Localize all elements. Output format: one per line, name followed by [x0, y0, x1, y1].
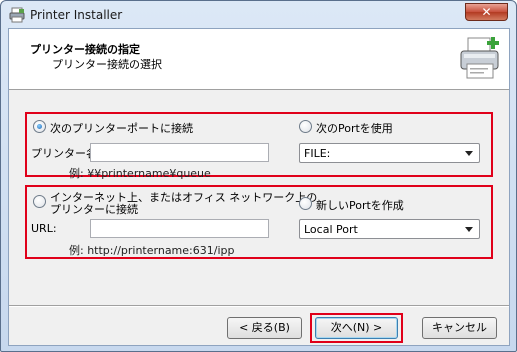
internet-connection-group: インターネット上、またはオフィス ネットワーク上の プリンターに接続 URL: … — [25, 185, 493, 259]
url-label: URL: — [31, 222, 57, 235]
radio-new-port-label[interactable]: 新しいPortを作成 — [316, 197, 404, 213]
chevron-down-icon — [465, 227, 473, 232]
page-title: プリンター接続の指定 — [30, 43, 140, 56]
port-select[interactable]: FILE: — [299, 143, 480, 163]
port-select-value: FILE: — [304, 147, 331, 160]
radio-internet-printer[interactable] — [33, 195, 46, 208]
url-input[interactable] — [90, 219, 269, 238]
cancel-button[interactable]: キャンセル — [422, 317, 497, 339]
chevron-down-icon — [465, 151, 473, 156]
dialog-client-area: プリンター接続の指定 プリンター接続の選択 次のプリンターポートに接続 プリンタ… — [8, 28, 510, 346]
port-connection-group: 次のプリンターポートに接続 プリンター名 例: ¥¥printername¥qu… — [25, 112, 493, 180]
close-button[interactable]: ✕ — [465, 3, 508, 21]
back-button[interactable]: < 戻る(B) — [227, 317, 302, 339]
radio-new-port[interactable] — [299, 197, 312, 210]
printer-name-example: 例: ¥¥printername¥queue — [69, 167, 211, 180]
footer-separator — [9, 305, 509, 307]
radio-connect-port[interactable] — [33, 120, 46, 133]
title-bar[interactable]: Printer Installer ✕ — [2, 2, 515, 28]
radio-internet-printer-label-line2[interactable]: プリンターに接続 — [50, 201, 138, 217]
page-subtitle: プリンター接続の選択 — [52, 58, 162, 71]
url-example: 例: http://printername:631/ipp — [69, 244, 235, 257]
radio-use-port[interactable] — [299, 120, 312, 133]
printer-app-icon — [9, 7, 25, 23]
wizard-header: プリンター接続の指定 プリンター接続の選択 — [9, 29, 509, 90]
installer-window: Printer Installer ✕ プリンター接続の指定 プリンター接続の選… — [0, 0, 517, 352]
next-button[interactable]: 次へ(N) > — [315, 317, 398, 339]
printer-name-label: プリンター名 — [31, 147, 97, 160]
new-port-select-value: Local Port — [304, 223, 358, 236]
add-printer-icon — [460, 37, 499, 79]
new-port-select[interactable]: Local Port — [299, 219, 480, 239]
radio-use-port-label[interactable]: 次のPortを使用 — [316, 120, 393, 136]
printer-name-input[interactable] — [90, 143, 269, 162]
window-title: Printer Installer — [30, 8, 123, 22]
radio-connect-port-label[interactable]: 次のプリンターポートに接続 — [50, 120, 193, 136]
